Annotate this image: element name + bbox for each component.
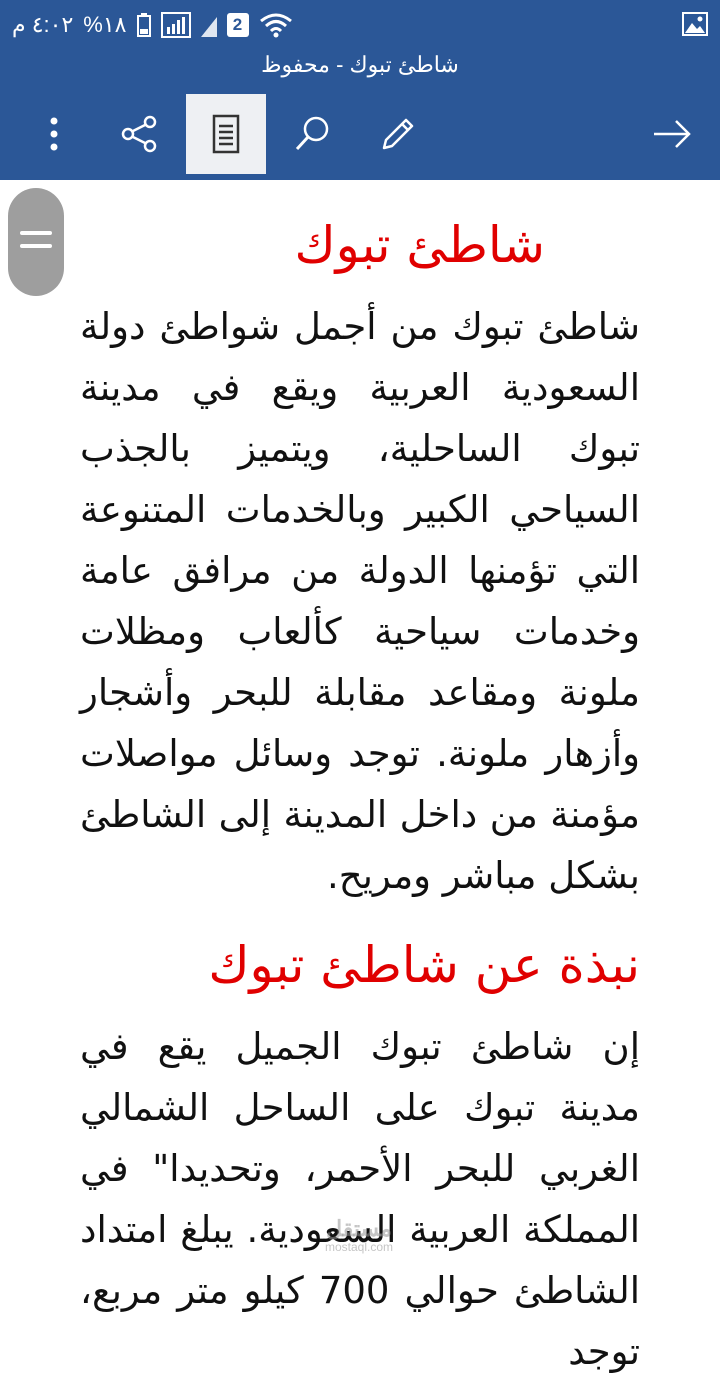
clock-text: ٤:٠٢ م — [12, 12, 74, 37]
share-icon — [121, 115, 157, 153]
forward-button[interactable] — [632, 94, 712, 174]
search-icon — [295, 116, 329, 151]
more-options-button[interactable] — [14, 94, 94, 174]
status-left: ٤:٠٢ م %١٨ 2 — [12, 10, 293, 40]
sim-badge: 2 — [226, 13, 249, 37]
watermark-sub: mostaql.com — [324, 1240, 394, 1254]
search-button[interactable] — [272, 94, 352, 174]
document-title: شاطئ تبوك - محفوظ — [261, 52, 459, 77]
edit-pencil-icon — [382, 118, 414, 150]
toolbar — [0, 94, 720, 174]
reading-view-icon — [212, 114, 240, 154]
document-body: شاطئ تبوك شاطئ تبوك من أجمل شواطئ دولة ا… — [80, 200, 640, 1382]
share-button[interactable] — [99, 94, 179, 174]
app-header: ٤:٠٢ م %١٨ 2 شاطئ تبوك - محفوظ — [0, 0, 720, 180]
forward-arrow-icon — [654, 120, 691, 148]
battery-percent: %١٨ — [83, 12, 127, 37]
watermark-text: مستقل — [326, 1216, 392, 1241]
signal-secondary-icon — [200, 17, 217, 37]
battery-icon — [136, 13, 151, 37]
reading-view-button[interactable] — [186, 94, 266, 174]
watermark-logo: مستقل mostaql.com — [314, 1216, 404, 1255]
heading-2: نبذة عن شاطئ تبوك — [208, 936, 640, 994]
image-notification-icon — [682, 12, 708, 36]
paragraph-1: شاطئ تبوك من أجمل شواطئ دولة السعودية ال… — [80, 305, 640, 897]
paragraph-2: إن شاطئ تبوك الجميل يقع في مدينة تبوك عل… — [80, 1025, 640, 1373]
edit-button[interactable] — [358, 94, 438, 174]
status-right — [682, 12, 708, 41]
more-vert-icon — [50, 117, 58, 151]
signal-icon — [160, 12, 191, 38]
wifi-icon — [259, 13, 292, 38]
scroll-handle-grip-bottom — [20, 244, 52, 248]
heading-1: شاطئ تبوك — [294, 216, 545, 274]
status-bar: ٤:٠٢ م %١٨ 2 — [0, 0, 720, 50]
scroll-handle-grip-top — [20, 231, 52, 235]
scroll-handle[interactable] — [8, 188, 64, 296]
